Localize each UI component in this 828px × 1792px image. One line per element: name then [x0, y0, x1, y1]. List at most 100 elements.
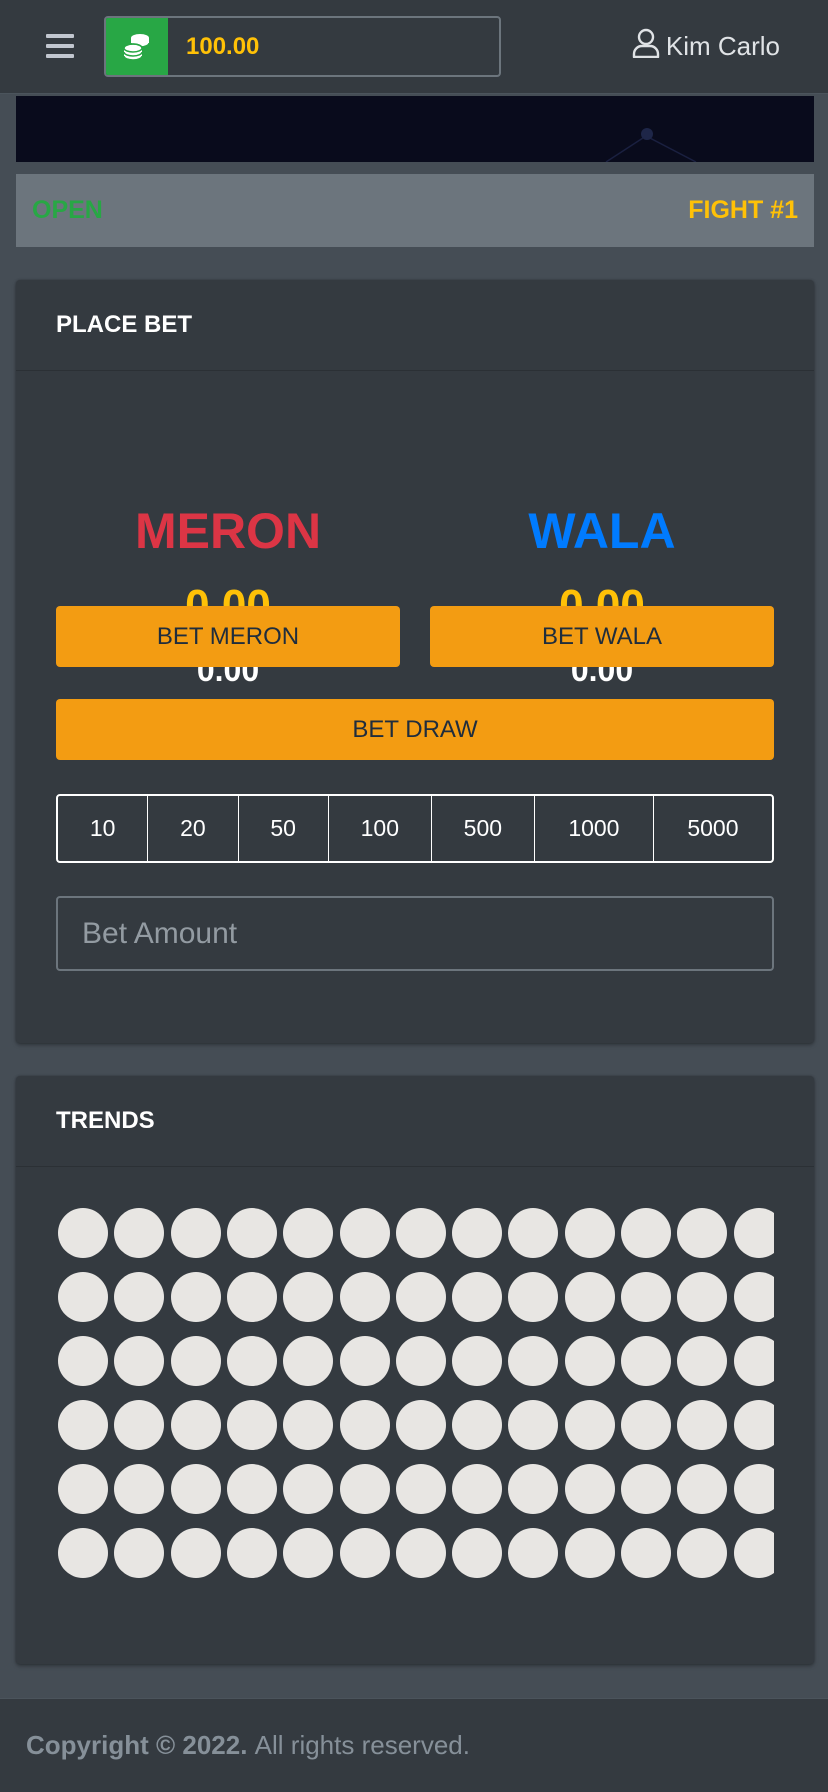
bet-wala-button[interactable]: BET WALA	[430, 606, 774, 667]
trend-dot	[452, 1272, 503, 1322]
trend-dot	[283, 1208, 334, 1258]
trend-dot	[564, 1528, 615, 1578]
trend-dot	[452, 1464, 503, 1514]
trend-dot	[564, 1336, 615, 1386]
trend-dot	[226, 1336, 277, 1386]
trend-dot	[733, 1336, 774, 1386]
chip-100[interactable]: 100	[329, 796, 432, 861]
trend-dot	[621, 1464, 671, 1514]
trend-dot	[58, 1528, 108, 1578]
trend-dot	[733, 1272, 774, 1322]
trend-dot	[283, 1272, 334, 1322]
trends-grid	[56, 1208, 774, 1592]
trend-dot	[452, 1208, 503, 1258]
place-bet-title: PLACE BET	[16, 280, 814, 371]
wallet-balance-box: 100.00	[104, 16, 501, 77]
trend-dot	[283, 1400, 334, 1450]
trend-dot	[395, 1400, 446, 1450]
trend-dot	[283, 1528, 334, 1578]
trend-dot	[677, 1528, 728, 1578]
trend-dot	[339, 1400, 390, 1450]
user-icon	[632, 28, 660, 65]
trend-dot	[508, 1272, 559, 1322]
trend-dot	[226, 1208, 277, 1258]
trend-dot	[452, 1528, 503, 1578]
place-bet-card: PLACE BET MERON 0.00 0.00 WALA 0.00 0.00…	[16, 280, 814, 1043]
trend-dot	[339, 1528, 390, 1578]
trend-dot	[226, 1400, 277, 1450]
chip-500[interactable]: 500	[432, 796, 535, 861]
trend-dot	[621, 1208, 671, 1258]
trend-dot	[114, 1208, 165, 1258]
trends-card: TRENDS	[16, 1076, 814, 1664]
trend-dot	[733, 1528, 774, 1578]
copyright-text: Copyright © 2022.	[26, 1730, 248, 1760]
stream-decoration	[605, 128, 697, 162]
bet-amount-input[interactable]	[56, 896, 774, 971]
trend-dot	[58, 1464, 108, 1514]
trend-dot	[339, 1208, 390, 1258]
trend-dot	[114, 1400, 165, 1450]
user-name: Kim Carlo	[665, 31, 780, 61]
trend-dot	[621, 1272, 671, 1322]
trend-dot	[677, 1336, 728, 1386]
trend-dot	[677, 1400, 728, 1450]
rights-text: All rights reserved.	[254, 1730, 470, 1760]
trend-dot	[58, 1400, 108, 1450]
trend-dot	[114, 1464, 165, 1514]
trend-dot	[170, 1400, 221, 1450]
menu-icon[interactable]	[46, 34, 74, 58]
trend-dot	[564, 1400, 615, 1450]
chip-1000[interactable]: 1000	[535, 796, 654, 861]
trend-dot	[339, 1464, 390, 1514]
trend-dot	[508, 1336, 559, 1386]
meron-label: MERON	[134, 503, 322, 559]
trend-dot	[395, 1528, 446, 1578]
trend-dot	[114, 1528, 165, 1578]
trend-dot	[170, 1272, 221, 1322]
top-navbar: 100.00 Kim Carlo	[0, 0, 828, 94]
trend-dot	[58, 1208, 108, 1258]
trend-dot	[677, 1208, 728, 1258]
bet-draw-button[interactable]: BET DRAW	[56, 699, 774, 760]
trend-dot	[395, 1208, 446, 1258]
bet-meron-button[interactable]: BET MERON	[56, 606, 400, 667]
trend-dot	[339, 1272, 390, 1322]
fight-number: FIGHT #1	[688, 196, 798, 224]
trend-dot	[621, 1528, 671, 1578]
trend-dot	[58, 1336, 108, 1386]
trend-dot	[564, 1208, 615, 1258]
trend-dot	[58, 1272, 108, 1322]
trend-dot	[733, 1400, 774, 1450]
trend-dot	[677, 1464, 728, 1514]
trend-dot	[508, 1528, 559, 1578]
trend-dot	[283, 1464, 334, 1514]
trend-dot	[733, 1208, 774, 1258]
wallet-balance: 100.00	[186, 32, 260, 60]
chip-5000[interactable]: 5000	[654, 796, 772, 861]
trends-title: TRENDS	[16, 1076, 814, 1167]
fight-status-bar: OPEN FIGHT #1	[16, 174, 814, 247]
chip-50[interactable]: 50	[239, 796, 329, 861]
chip-20[interactable]: 20	[148, 796, 239, 861]
trend-dot	[170, 1208, 221, 1258]
trend-dot	[508, 1400, 559, 1450]
wala-label: WALA	[528, 503, 676, 559]
chip-10[interactable]: 10	[58, 796, 149, 861]
trend-dot	[452, 1336, 503, 1386]
coins-icon	[106, 18, 168, 75]
trend-dot	[564, 1464, 615, 1514]
trend-dot	[114, 1336, 165, 1386]
trend-dot	[226, 1528, 277, 1578]
user-menu[interactable]: Kim Carlo	[632, 28, 780, 65]
trend-dot	[677, 1272, 728, 1322]
trend-dot	[733, 1464, 774, 1514]
live-stream-frame	[16, 96, 814, 162]
trend-dot	[114, 1272, 165, 1322]
trend-dot	[508, 1208, 559, 1258]
trend-dot	[452, 1400, 503, 1450]
trend-dot	[508, 1464, 559, 1514]
trend-dot	[170, 1528, 221, 1578]
trend-dot	[226, 1464, 277, 1514]
trend-dot	[564, 1272, 615, 1322]
